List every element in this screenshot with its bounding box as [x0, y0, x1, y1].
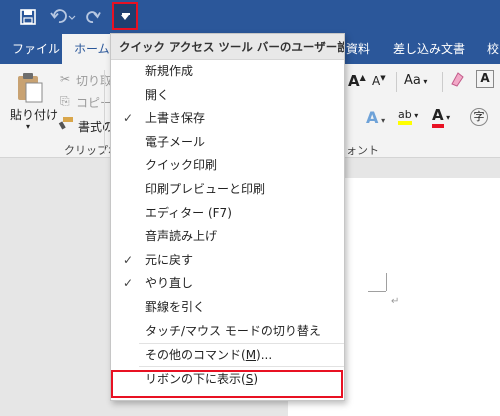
- menu-item-editor[interactable]: エディター (F7): [111, 202, 344, 226]
- menu-item-label: 上書き保存: [145, 111, 206, 126]
- chevron-down-icon: [121, 14, 129, 20]
- ribbon-separator-small: [396, 72, 397, 92]
- menu-item-label: 印刷プレビューと印刷: [145, 181, 266, 196]
- font-color-label: A: [432, 106, 444, 128]
- undo-icon[interactable]: [48, 5, 78, 29]
- menu-item-save[interactable]: ✓ 上書き保存: [111, 107, 344, 131]
- text-effects-button[interactable]: A ▾: [366, 108, 385, 127]
- check-icon: ✓: [122, 252, 134, 267]
- menu-header: クイック アクセス ツール バーのユーザー設定: [111, 34, 344, 60]
- font-color-button[interactable]: A ▾: [432, 106, 450, 128]
- menu-item-label: タッチ/マウス モードの切り替え: [145, 323, 321, 338]
- cut-button[interactable]: 切り取: [76, 72, 112, 89]
- menu-item-label: クイック印刷: [145, 158, 218, 173]
- clear-formatting-icon[interactable]: [448, 70, 466, 91]
- check-icon: ✓: [122, 276, 134, 291]
- more-commands-post: )...: [256, 348, 273, 363]
- menu-item-open[interactable]: 開く: [111, 84, 344, 108]
- menu-item-redo[interactable]: ✓ やり直し: [111, 272, 344, 296]
- grow-font-label: A: [348, 72, 360, 90]
- menu-item-label: やり直し: [145, 276, 194, 291]
- menu-item-label: エディター (F7): [145, 205, 232, 220]
- customize-qat-menu: クイック アクセス ツール バーのユーザー設定 新規作成 開く ✓ 上書き保存 電…: [110, 33, 345, 401]
- paste-icon[interactable]: [14, 70, 46, 103]
- menu-item-quick-print[interactable]: クイック印刷: [111, 154, 344, 178]
- menu-item-label: 罫線を引く: [145, 299, 206, 314]
- redo-icon[interactable]: [82, 5, 104, 29]
- highlight-button[interactable]: ab ▾: [398, 108, 418, 125]
- menu-items: 新規作成 開く ✓ 上書き保存 電子メール クイック印刷 印刷プレビューと印刷 エ…: [111, 60, 344, 343]
- highlight-label: ab: [398, 108, 412, 125]
- menu-item-touch-mode[interactable]: タッチ/マウス モードの切り替え: [111, 320, 344, 344]
- character-border-icon[interactable]: A: [476, 70, 494, 88]
- menu-item-more-commands[interactable]: その他のコマンド(M)...: [111, 344, 344, 366]
- text-effects-label: A: [366, 108, 379, 127]
- paste-dropdown-icon[interactable]: ▾: [26, 122, 30, 131]
- shrink-font-button[interactable]: A▼: [372, 74, 386, 88]
- tab-review[interactable]: 校: [487, 34, 499, 64]
- font-group-label: ォント: [346, 144, 379, 157]
- ribbon-separator: [104, 70, 105, 154]
- menu-item-email[interactable]: 電子メール: [111, 131, 344, 155]
- customize-bar: [122, 13, 130, 15]
- save-icon[interactable]: [14, 5, 42, 29]
- title-bar: [0, 0, 500, 34]
- margin-corner-mark: [368, 291, 386, 292]
- format-painter-icon: [58, 116, 74, 133]
- menu-item-undo[interactable]: ✓ 元に戻す: [111, 249, 344, 273]
- more-commands-key: M: [245, 348, 257, 363]
- margin-corner-mark-v: [386, 273, 387, 291]
- grow-font-button[interactable]: A▲: [348, 72, 366, 90]
- menu-item-new[interactable]: 新規作成: [111, 60, 344, 84]
- change-case-label: Aa: [404, 73, 421, 88]
- callout-highlight-box: [111, 370, 343, 398]
- enclose-character-icon[interactable]: 字: [470, 108, 488, 126]
- menu-item-label: 元に戻す: [145, 252, 194, 267]
- menu-item-read-aloud[interactable]: 音声読み上げ: [111, 225, 344, 249]
- ribbon-separator-small-2: [442, 72, 443, 92]
- change-case-button[interactable]: Aa ▾: [404, 73, 427, 88]
- check-icon: ✓: [122, 111, 134, 126]
- shrink-font-label: A: [372, 74, 381, 88]
- menu-item-label: 電子メール: [145, 134, 206, 149]
- customize-qat-button[interactable]: [112, 2, 138, 30]
- copy-button[interactable]: コピー: [76, 94, 112, 111]
- menu-item-print-preview[interactable]: 印刷プレビューと印刷: [111, 178, 344, 202]
- paragraph-mark: ↵: [391, 296, 400, 307]
- copy-icon: ⎘: [60, 94, 70, 108]
- menu-item-draw-borders[interactable]: 罫線を引く: [111, 296, 344, 320]
- cut-icon: ✂: [60, 72, 71, 86]
- paste-button[interactable]: 貼り付け: [10, 106, 58, 123]
- more-commands-pre: その他のコマンド(: [145, 348, 246, 363]
- tab-mailings[interactable]: 差し込み文書: [393, 34, 465, 64]
- tab-references[interactable]: 資料: [346, 34, 370, 64]
- menu-item-label: 音声読み上げ: [145, 229, 218, 244]
- menu-item-label: 開く: [145, 87, 170, 102]
- tab-file[interactable]: ファイル: [12, 34, 60, 64]
- format-painter-button[interactable]: 書式の: [78, 118, 114, 135]
- menu-item-label: 新規作成: [145, 64, 194, 78]
